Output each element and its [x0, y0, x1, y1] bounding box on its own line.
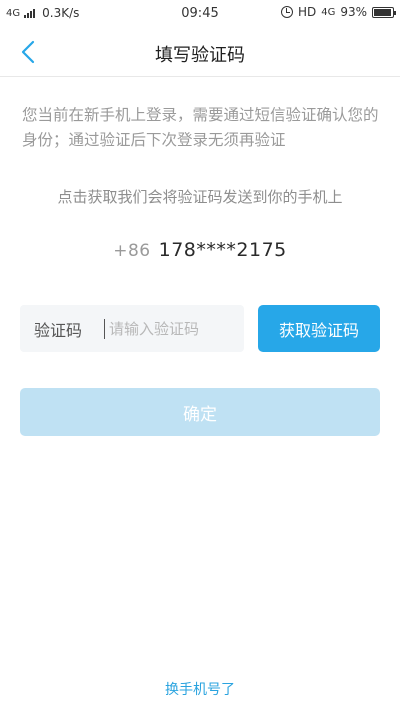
confirm-button[interactable]: 确定: [20, 388, 380, 436]
status-right: HD 4G 93%: [280, 5, 396, 19]
verification-code-field: 验证码: [20, 305, 244, 352]
hd-indicator: HD: [297, 5, 317, 19]
country-code: +86: [113, 241, 151, 261]
change-phone-link[interactable]: 换手机号了: [0, 679, 400, 699]
verification-code-input[interactable]: [104, 318, 239, 339]
page-title: 填写验证码: [155, 45, 245, 66]
get-code-button[interactable]: 获取验证码: [258, 305, 380, 352]
network-type-2: 4G: [321, 6, 336, 18]
status-bar: 4G 0.3K/s 09:45 HD 4G 93%: [0, 0, 400, 28]
alarm-icon: [280, 6, 293, 18]
battery-percent: 93%: [340, 5, 367, 19]
code-field-label: 验证码: [34, 320, 83, 340]
phone-number-display: +86 178****2175: [0, 239, 400, 261]
battery-icon: [372, 6, 396, 18]
send-code-hint: 点击获取我们会将验证码发送到你的手机上: [57, 188, 343, 206]
login-notice-text: 您当前在新手机上登录，需要通过短信验证确认您的身份；通过验证后下次登录无须再验证: [22, 106, 379, 149]
nav-bar: 填写验证码: [0, 28, 400, 77]
masked-phone-number: 178****2175: [158, 239, 287, 261]
